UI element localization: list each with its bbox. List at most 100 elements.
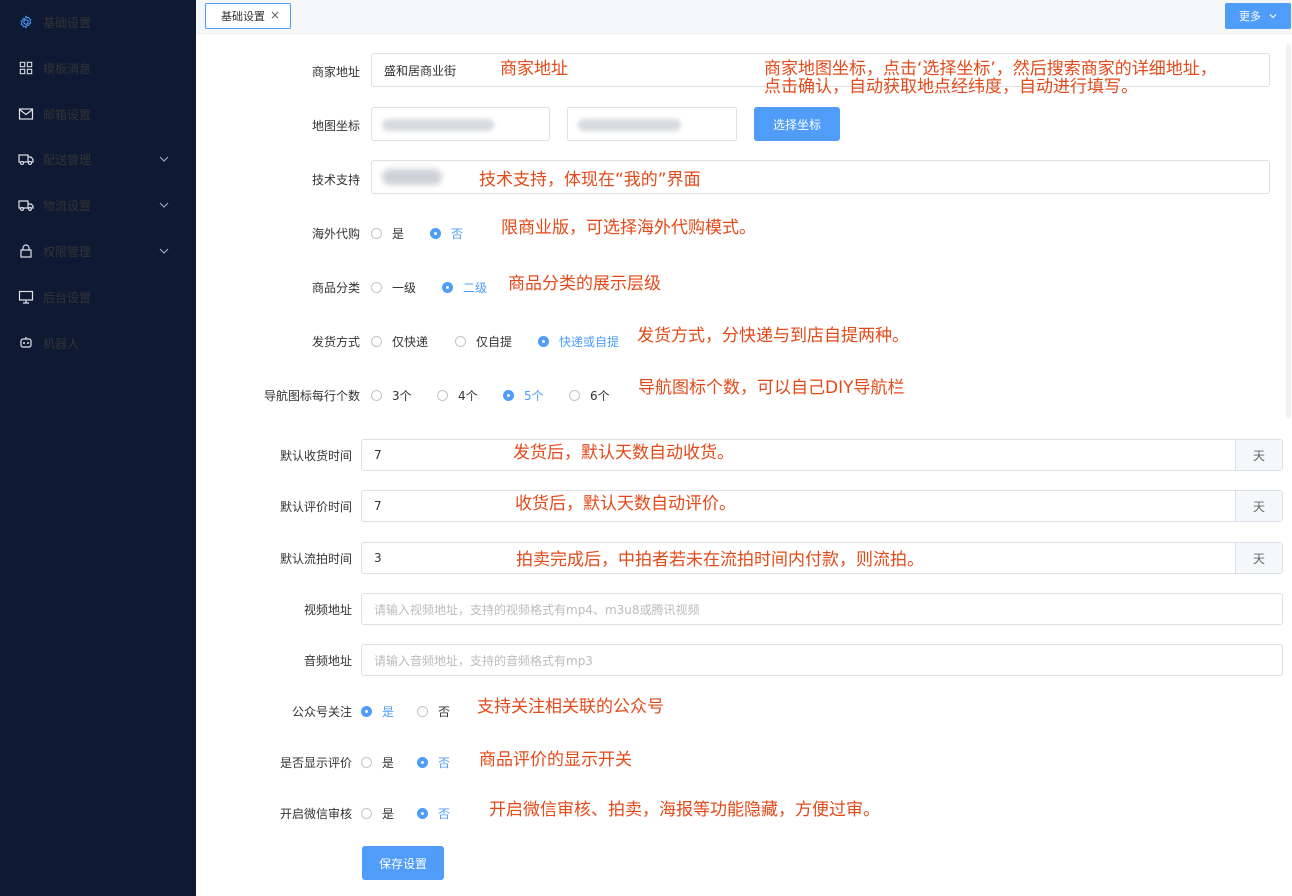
option-label: 仅自提 [476,335,513,349]
receive-time-value: 7 [374,448,382,462]
option-label: 5个 [524,389,544,403]
shipping-option-pickup[interactable]: 仅自提 [455,333,512,350]
nav-icons-option-6[interactable]: 6个 [569,387,610,404]
annotation-follow-mp: 支持关注相关联的公众号 [477,697,664,717]
option-label: 仅快递 [392,335,429,349]
follow-mp-option-no[interactable]: 否 [417,703,450,720]
sidebar-item-label: 权限管理 [43,245,92,259]
annotation-nav-icons: 导航图标个数，可以自己DIY导航栏 [638,378,905,398]
video-url-label: 视频地址 [303,603,352,617]
review-time-value: 7 [374,499,382,513]
annotation-show-review: 商品评价的显示开关 [479,750,632,770]
longitude-input[interactable] [371,107,550,141]
annotation-receive-time: 发货后，默认天数自动收货。 [513,443,734,463]
category-option-level2[interactable]: 二级 [442,279,487,296]
show-review-option-yes[interactable]: 是 [361,754,394,771]
sidebar-item-robot[interactable]: 机器人 [0,323,196,363]
day-unit: 天 [1235,543,1282,573]
video-url-input[interactable]: 请输入视频地址，支持的视频格式有mp4、m3u8或腾讯视频 [361,593,1283,625]
truck-icon [18,154,34,166]
annotation-merchant-address: 商家地址 [500,59,568,79]
sidebar-item-label: 物流设置 [43,199,92,213]
sidebar-item-template-message[interactable]: 模板消息 [0,48,196,88]
sidebar-item-label: 模板消息 [43,62,92,76]
latitude-input[interactable] [567,107,737,141]
grid-icon [19,61,33,75]
close-icon[interactable]: × [270,8,280,22]
chevron-down-icon [159,202,169,208]
sidebar-item-label: 机器人 [43,337,80,351]
radio-dot [417,808,428,819]
option-label: 二级 [463,281,488,295]
radio-dot [371,336,382,347]
overseas-label: 海外代购 [311,227,360,241]
radio-dot [417,706,428,717]
annotation-overseas: 限商业版，可选择海外代购模式。 [501,218,756,238]
annotation-map-coords-1: 商家地图坐标，点击‘选择坐标’，然后搜索商家的详细地址， [764,59,1217,79]
tech-support-label: 技术支持 [311,173,360,187]
review-time-label: 默认评价时间 [279,500,352,514]
nav-icons-option-5[interactable]: 5个 [503,387,544,404]
day-unit: 天 [1235,491,1282,521]
robot-icon [20,337,32,348]
shipping-option-express[interactable]: 仅快递 [371,333,428,350]
sidebar-item-label: 配送管理 [43,153,92,167]
overseas-option-no[interactable]: 否 [430,225,463,242]
annotation-shipping: 发货方式，分快递与到店自提两种。 [637,326,909,346]
option-label: 3个 [392,389,412,403]
option-label: 否 [438,807,451,821]
sidebar-item-permission-management[interactable]: 权限管理 [0,231,196,271]
radio-dot [538,336,549,347]
select-coords-button[interactable]: 选择坐标 [754,107,840,141]
chevron-down-icon [159,248,169,254]
option-label: 否 [451,227,464,241]
tab-basic-settings[interactable]: 基础设置 × [205,3,291,29]
category-option-level1[interactable]: 一级 [371,279,416,296]
nav-icons-option-4[interactable]: 4个 [437,387,478,404]
radio-dot [569,390,580,401]
sidebar-item-mail-settings[interactable]: 邮箱设置 [0,94,196,134]
annotation-review-time: 收货后，默认天数自动评价。 [515,494,736,514]
scrollbar[interactable] [1286,44,1291,418]
radio-dot [417,757,428,768]
shipping-option-both[interactable]: 快递或自提 [538,333,619,350]
wechat-audit-option-no[interactable]: 否 [417,805,450,822]
sidebar-item-backend-settings[interactable]: 后台设置 [0,277,196,317]
merchant-address-label: 商家地址 [311,65,360,79]
option-label: 快递或自提 [559,335,620,349]
audio-url-input[interactable]: 请输入音频地址，支持的音频格式有mp3 [361,644,1283,676]
radio-dot [371,390,382,401]
more-button-label: 更多 [1239,10,1261,23]
more-button[interactable]: 更多 [1225,3,1291,29]
lock-icon [20,244,32,258]
option-label: 否 [438,705,451,719]
show-review-option-no[interactable]: 否 [417,754,450,771]
show-review-label: 是否显示评价 [279,756,352,770]
radio-dot [361,706,372,717]
sidebar-item-delivery-management[interactable]: 配送管理 [0,139,196,179]
radio-dot [430,228,441,239]
audio-url-placeholder: 请输入音频地址，支持的音频格式有mp3 [374,653,593,668]
option-label: 一级 [392,281,417,295]
follow-mp-option-yes[interactable]: 是 [361,703,394,720]
sidebar-item-basic-settings[interactable]: 基础设置 [0,2,196,42]
option-label: 是 [382,807,395,821]
category-label: 商品分类 [311,281,360,295]
review-time-input[interactable]: 7 天 [361,490,1283,522]
nav-icons-label: 导航图标每行个数 [263,389,360,403]
save-settings-button[interactable]: 保存设置 [362,846,444,880]
receive-time-input[interactable]: 7 天 [361,439,1283,471]
radio-dot [455,336,466,347]
sidebar-item-logistics-settings[interactable]: 物流设置 [0,185,196,225]
option-label: 4个 [458,389,478,403]
nav-icons-option-3[interactable]: 3个 [371,387,412,404]
wechat-audit-option-yes[interactable]: 是 [361,805,394,822]
tab-label: 基础设置 [221,10,265,23]
sidebar: 基础设置 模板消息 邮箱设置 配送管理 物流设置 权限管理 后台设置 机器人 [0,0,196,896]
map-coords-label: 地图坐标 [311,119,360,133]
overseas-option-yes[interactable]: 是 [371,225,404,242]
sidebar-item-label: 后台设置 [43,291,92,305]
option-label: 6个 [590,389,610,403]
auction-time-label: 默认流拍时间 [279,552,352,566]
chevron-down-icon [159,156,169,162]
